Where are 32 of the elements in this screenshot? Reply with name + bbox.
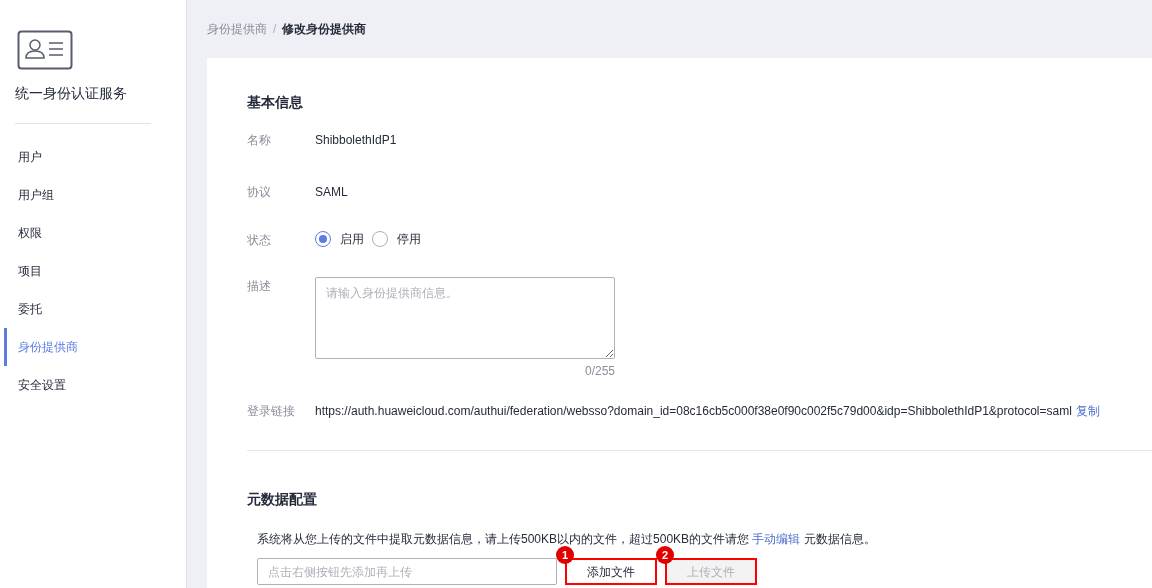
copy-link[interactable]: 复制	[1075, 402, 1100, 420]
sidebar-item[interactable]: 用户	[4, 138, 186, 176]
section-heading: 元数据配置	[247, 490, 318, 509]
protocol-value: SAML	[315, 184, 348, 201]
field-label: 描述	[247, 278, 272, 295]
manual-edit-link[interactable]: 手动编辑	[752, 532, 801, 546]
sidebar-item[interactable]: 权限	[4, 214, 186, 252]
field-label: 登录链接	[247, 403, 296, 420]
breadcrumb-separator: /	[273, 21, 277, 38]
char-counter: 0/255	[584, 363, 615, 380]
sidebar-item[interactable]: 身份提供商	[4, 328, 186, 366]
metadata-info: 系统将从您上传的文件中提取元数据信息，请上传500KB以内的文件，超过500KB的文件请您 手动编辑 元数据信息。	[257, 531, 877, 548]
login-url: https://auth.huaweicloud.com/authui/federation/websso?domain_id=08c16cb5c000f38e0f90c002f5c79d00&idp=ShibbolethIdP1&protocol=saml	[315, 403, 1072, 420]
file-button[interactable]: 添加文件	[565, 558, 657, 585]
step-badge: 2	[656, 546, 674, 564]
file-field[interactable]: 点击右侧按钮先添加再上传	[257, 558, 557, 585]
field-label: 状态	[247, 232, 272, 249]
id-card-icon	[17, 30, 73, 70]
field-label: 协议	[247, 184, 272, 201]
name-value: ShibbolethIdP1	[315, 132, 397, 149]
sidebar-item[interactable]: 安全设置	[4, 366, 186, 404]
sidebar-item[interactable]: 委托	[4, 290, 186, 328]
breadcrumb-item: 修改身份提供商	[282, 21, 367, 38]
service-title: 统一身份认证服务	[15, 84, 128, 103]
field-label: 名称	[247, 132, 272, 149]
step-badge: 1	[556, 546, 574, 564]
section-heading: 基本信息	[247, 93, 304, 112]
sidebar-item[interactable]: 项目	[4, 252, 186, 290]
radio-option[interactable]: 停用	[372, 231, 421, 247]
sidebar-item[interactable]: 用户组	[4, 176, 186, 214]
radio-option[interactable]: 启用	[315, 231, 364, 247]
description-field[interactable]: 请输入身份提供商信息。	[315, 277, 615, 359]
